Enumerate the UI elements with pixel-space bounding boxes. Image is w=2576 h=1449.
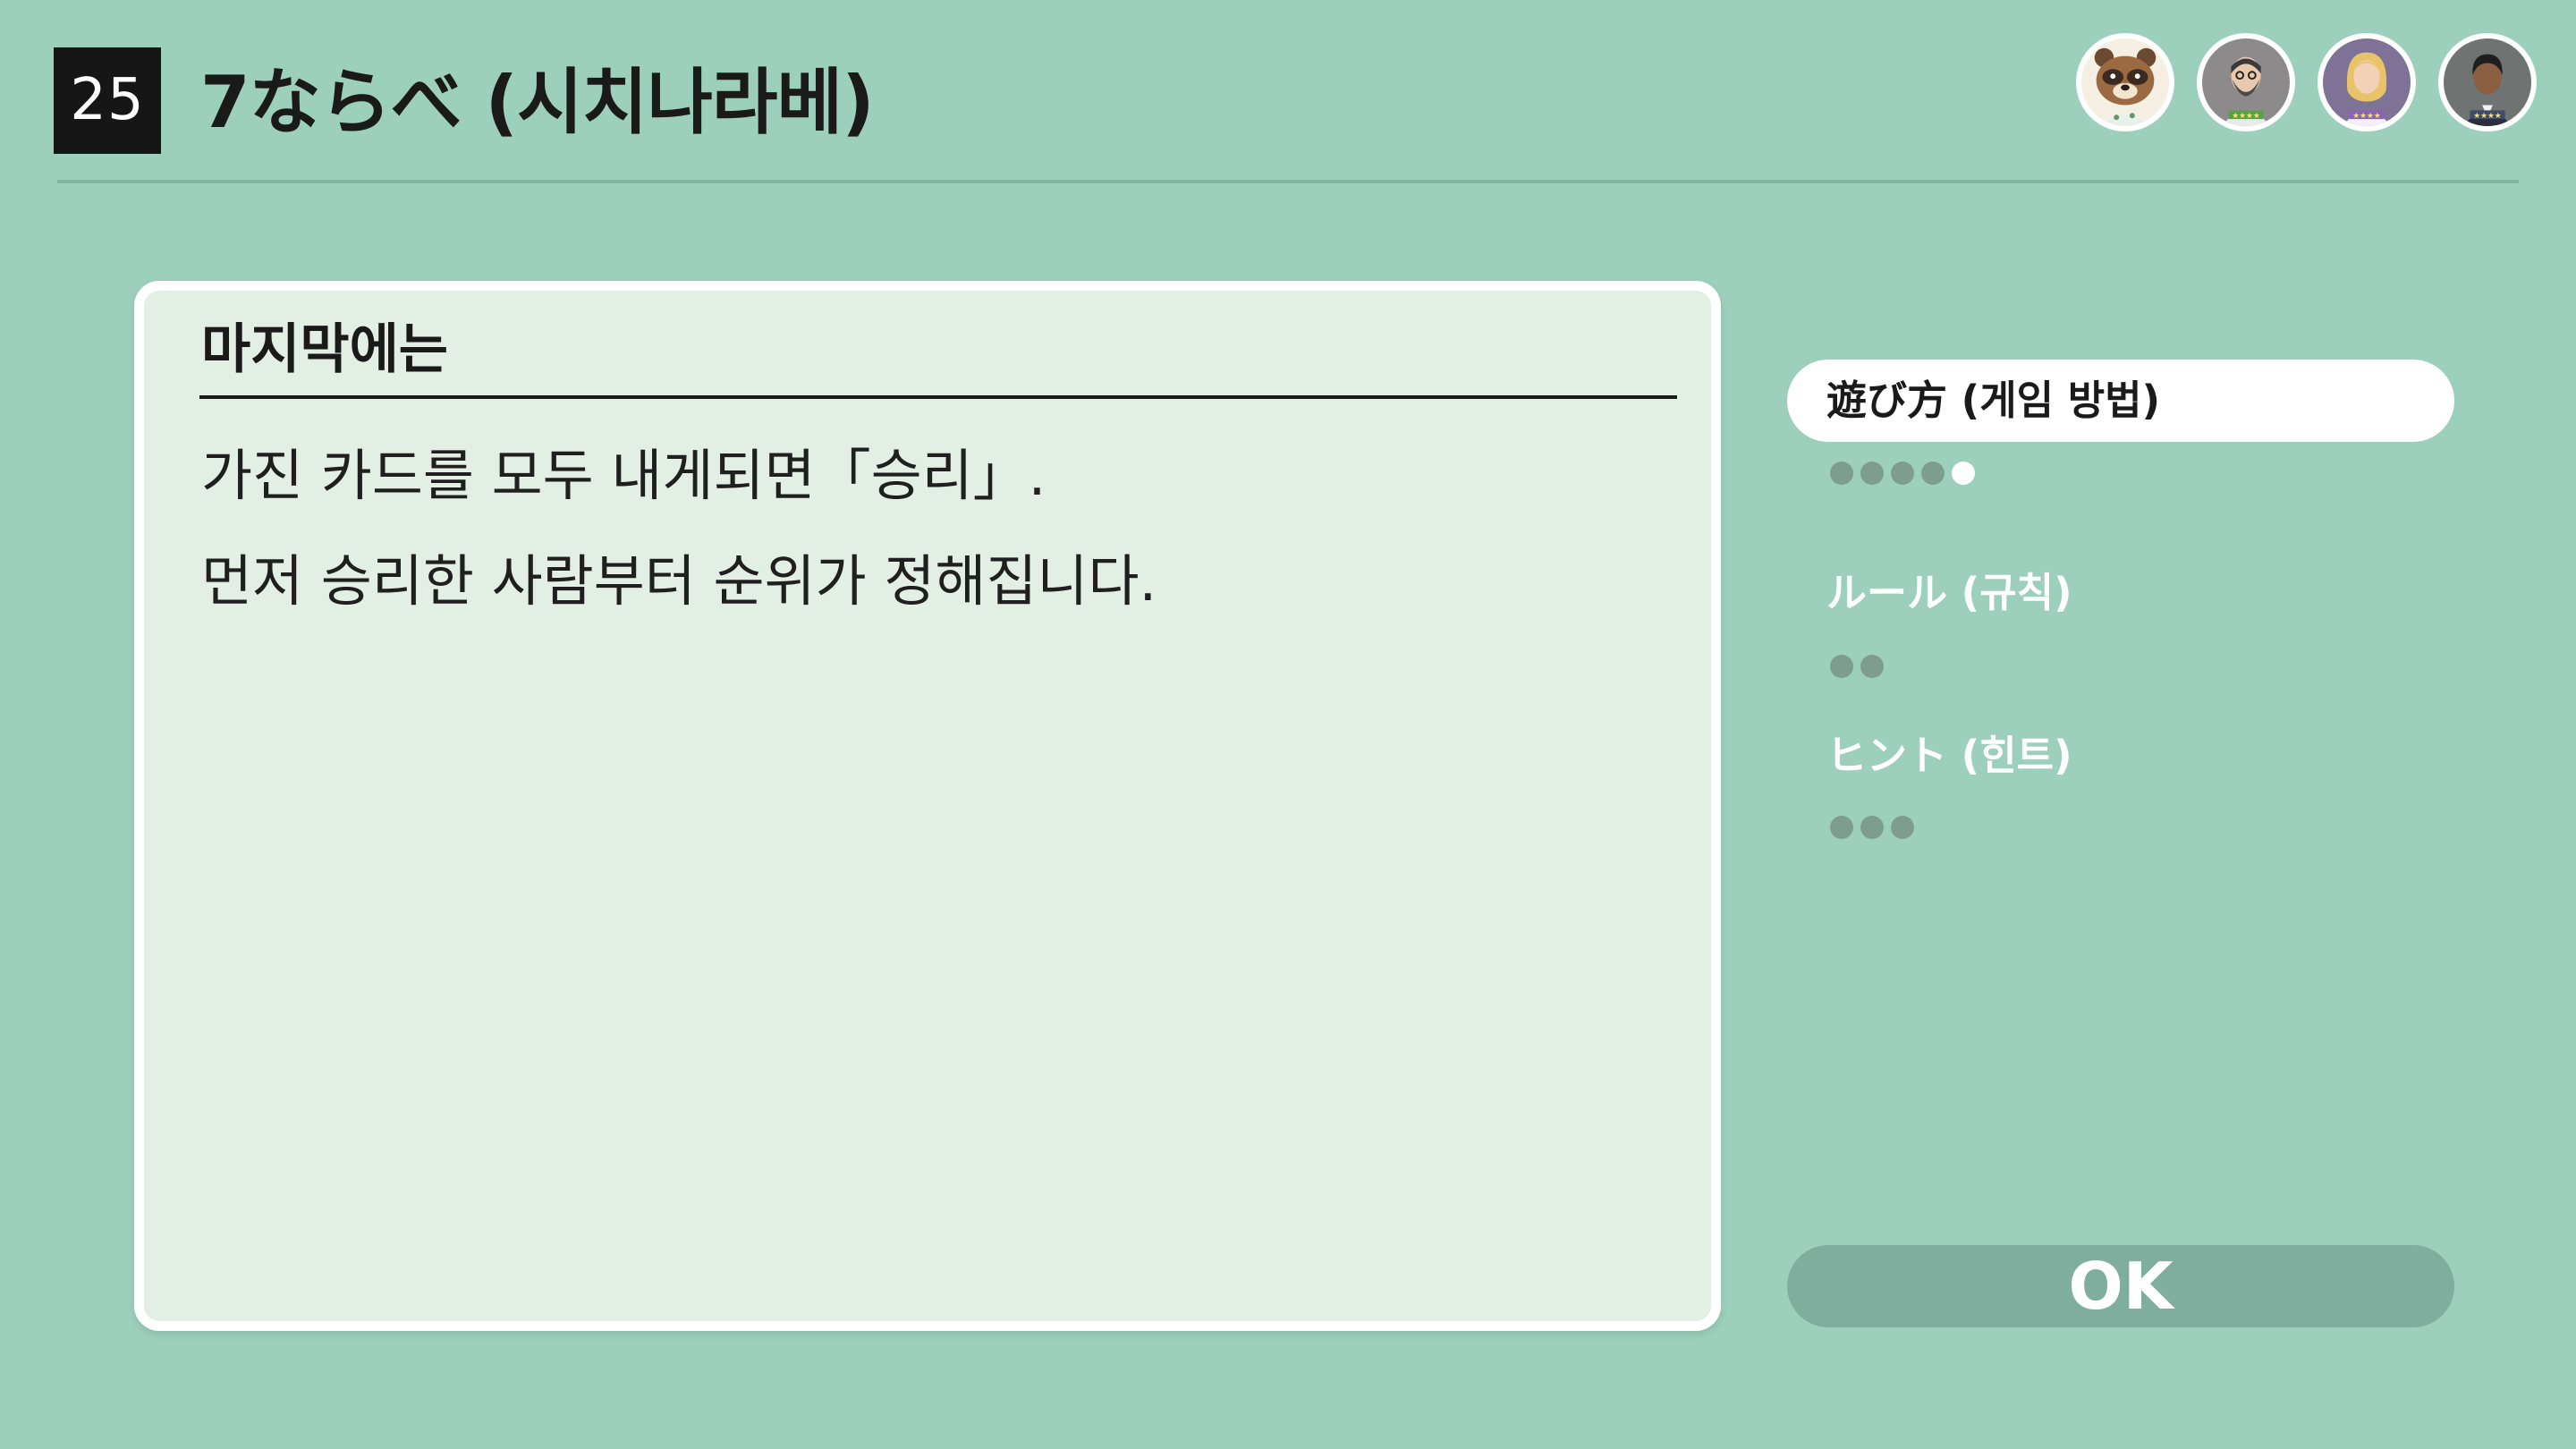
header-divider	[57, 180, 2519, 183]
page-dot	[1830, 655, 1853, 678]
game-rules-screen: 25 7ならべ (시치나라베) ★★★★ ★★★★ ★★★★ 마지막에는 가진 …	[0, 0, 2576, 1449]
page-dot	[1830, 462, 1853, 485]
svg-text:★★★★: ★★★★	[2232, 112, 2260, 121]
menu-item-rules[interactable]: ルール (규칙)	[1826, 562, 2072, 624]
card-text-line: 가진 카드를 모두 내게되면「승리」.	[201, 443, 1046, 508]
card-heading-divider	[199, 395, 1677, 399]
page-indicator-how-to-play	[1830, 460, 1975, 487]
dark-hair-man-avatar: ★★★★	[2438, 33, 2537, 131]
tom-nook-avatar	[2076, 33, 2174, 131]
card-text-line: 먼저 승리한 사람부터 순위가 정해집니다.	[201, 548, 1157, 614]
game-number-badge: 25	[54, 47, 161, 154]
game-title: 7ならべ (시치나라베)	[200, 61, 875, 144]
card-heading: 마지막에는	[201, 318, 448, 381]
ok-button[interactable]: OK	[1787, 1245, 2454, 1327]
page-dot	[1860, 655, 1884, 678]
menu-item-hints[interactable]: ヒント (힌트)	[1826, 724, 2072, 787]
page-dot	[1921, 462, 1945, 485]
page-dot	[1860, 462, 1884, 485]
svg-text:★★★★: ★★★★	[2473, 112, 2502, 121]
page-indicator-rules	[1830, 653, 1884, 680]
page-dot-current	[1952, 462, 1975, 485]
page-dot	[1891, 462, 1914, 485]
explanation-card: 마지막에는 가진 카드를 모두 내게되면「승리」. 먼저 승리한 사람부터 순위…	[134, 281, 1721, 1331]
bearded-man-avatar: ★★★★	[2197, 33, 2295, 131]
svg-text:★★★★: ★★★★	[2352, 112, 2381, 121]
menu-item-label: 遊び方 (게임 방법)	[1826, 377, 2161, 424]
menu-item-how-to-play[interactable]: 遊び方 (게임 방법)	[1787, 360, 2454, 442]
page-dot	[1830, 816, 1853, 839]
page-indicator-hints	[1830, 814, 1914, 841]
blonde-woman-avatar: ★★★★	[2318, 33, 2416, 131]
page-dot	[1891, 816, 1914, 839]
page-dot	[1860, 816, 1884, 839]
